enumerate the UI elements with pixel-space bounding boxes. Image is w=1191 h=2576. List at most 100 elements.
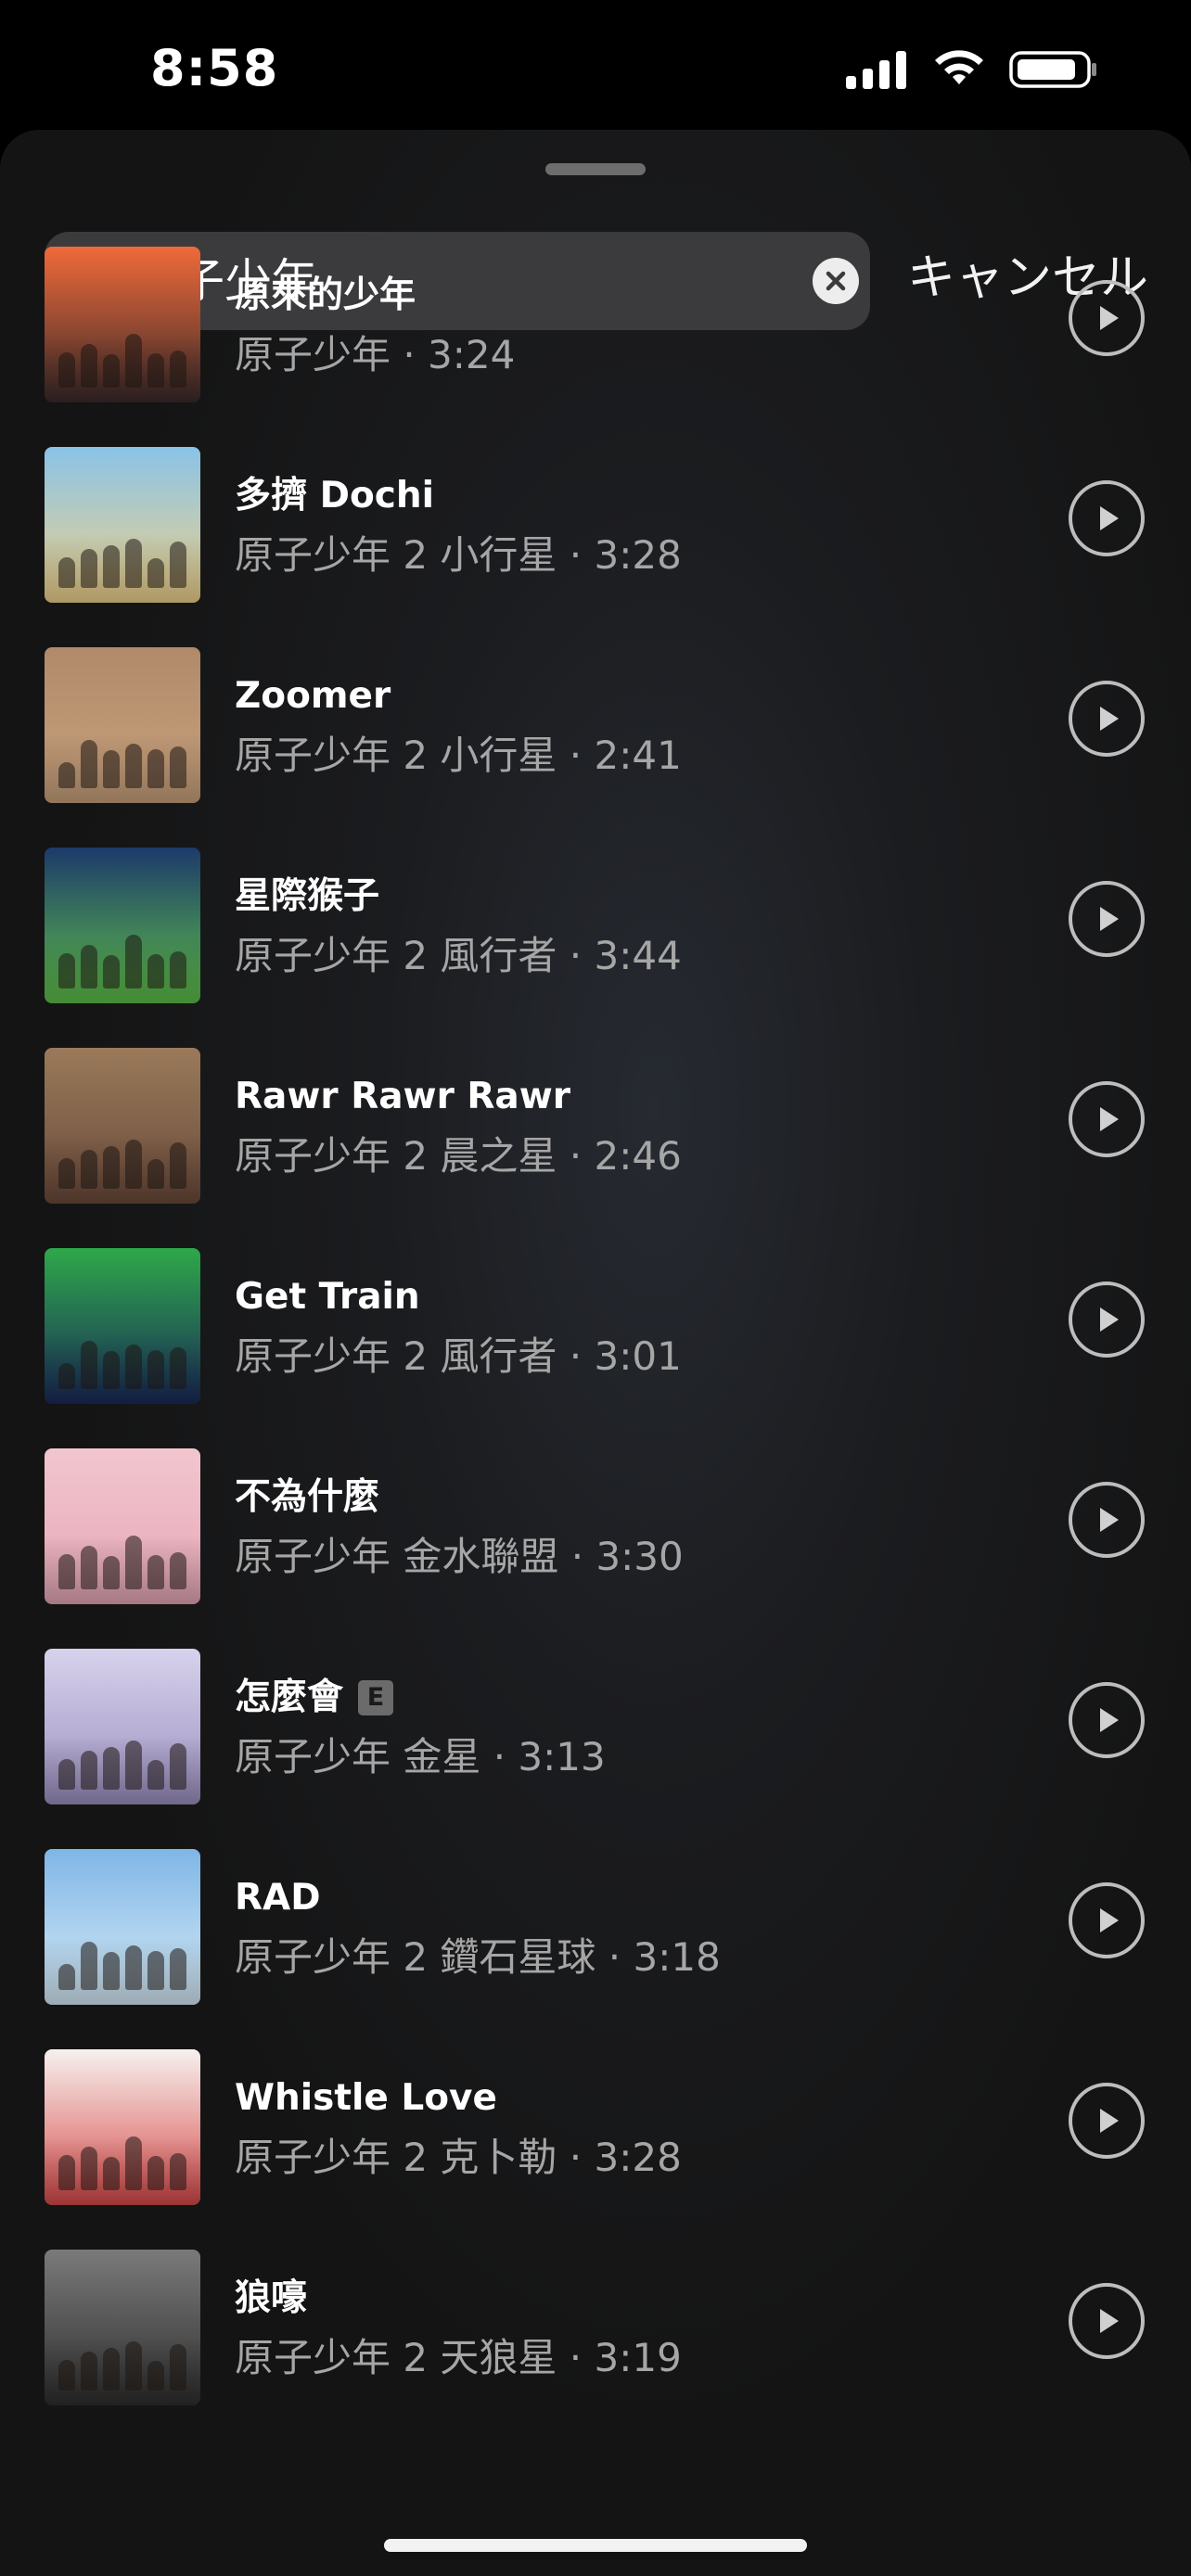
play-preview-button[interactable] [1069, 1282, 1145, 1358]
song-row[interactable]: 原來的少年 原子少年 · 3:24 [0, 247, 1191, 447]
song-title-text: 原來的少年 [235, 274, 416, 316]
play-preview-button[interactable] [1069, 1882, 1145, 1958]
album-art-figures [56, 1532, 189, 1589]
album-art-figure [81, 2147, 97, 2190]
song-title: Rawr Rawr Rawr [235, 1074, 570, 1120]
song-title: 不為什麼 [235, 1474, 379, 1521]
album-art [45, 1048, 200, 1204]
song-row[interactable]: 怎麼會 E 原子少年 金星 · 3:13 [0, 1649, 1191, 1849]
song-title-text: 不為什麼 [235, 1476, 380, 1518]
album-art-figure [170, 746, 186, 788]
song-row[interactable]: 不為什麼 原子少年 金水聯盟 · 3:30 [0, 1448, 1191, 1649]
status-bar: 8:58 [0, 0, 1191, 130]
song-title-text: Whistle Love [235, 2077, 497, 2119]
album-art-figure [103, 1146, 120, 1189]
play-icon [1100, 2309, 1119, 2333]
play-icon [1100, 1508, 1119, 1532]
song-row[interactable]: Rawr Rawr Rawr 原子少年 2 晨之星 · 2:46 [0, 1048, 1191, 1248]
play-preview-button[interactable] [1069, 1682, 1145, 1758]
status-time: 8:58 [150, 39, 279, 97]
status-icons [846, 46, 1098, 93]
play-preview-button[interactable] [1069, 881, 1145, 957]
song-title-text: Get Train [235, 1276, 420, 1318]
song-row[interactable]: Whistle Love 原子少年 2 克卜勒 · 3:28 [0, 2049, 1191, 2250]
album-art [45, 1649, 200, 1804]
song-title: 原來的少年 [235, 273, 416, 319]
album-art-figure [125, 1536, 142, 1589]
album-art-figure [147, 558, 164, 588]
album-art-figure [125, 1945, 142, 1990]
album-art-figure [170, 542, 186, 588]
song-title: Zoomer [235, 673, 391, 720]
album-art-figure [125, 935, 142, 988]
results-list: 原來的少年 原子少年 · 3:24 多擠 Dochi 原子少年 2 小行星 · 3:2… [0, 247, 1191, 2450]
album-art-figures [56, 931, 189, 988]
play-icon [1100, 2109, 1119, 2133]
album-art-figures [56, 330, 189, 388]
song-title-text: 星際猴子 [235, 875, 380, 917]
album-art [45, 247, 200, 402]
song-title-text: 怎麼會 [235, 1677, 344, 1718]
album-art-figure [58, 1158, 75, 1189]
album-art-figure [125, 1140, 142, 1189]
song-row[interactable]: RAD 原子少年 2 鑽石星球 · 3:18 [0, 1849, 1191, 2049]
song-row[interactable]: 星際猴子 原子少年 2 風行者 · 3:44 [0, 848, 1191, 1048]
album-art-figure [58, 1554, 75, 1589]
album-art-figures [56, 2333, 189, 2391]
play-icon [1100, 907, 1119, 931]
home-indicator[interactable] [384, 2539, 807, 2552]
song-artist-duration: 原子少年 2 克卜勒 · 3:28 [235, 2135, 682, 2180]
album-art-figure [81, 2352, 97, 2391]
play-preview-button[interactable] [1069, 2083, 1145, 2159]
play-icon [1100, 1107, 1119, 1131]
play-preview-button[interactable] [1069, 681, 1145, 757]
play-preview-button[interactable] [1069, 1482, 1145, 1558]
album-art [45, 447, 200, 603]
song-artist-duration: 原子少年 2 小行星 · 3:28 [235, 532, 682, 578]
song-row[interactable]: 多擠 Dochi 原子少年 2 小行星 · 3:28 [0, 447, 1191, 647]
album-art-figure [170, 1552, 186, 1589]
album-art-figure [103, 2157, 120, 2190]
album-art-figure [58, 762, 75, 788]
song-title: 狼嚎 [235, 2276, 307, 2322]
play-icon [1100, 707, 1119, 731]
album-art-figure [147, 2361, 164, 2391]
album-art-figure [147, 353, 164, 388]
play-icon [1100, 1307, 1119, 1332]
album-art-figure [125, 2136, 142, 2190]
album-art-figure [81, 1546, 97, 1589]
play-icon [1100, 506, 1119, 530]
album-art-figure [58, 953, 75, 988]
song-artist-duration: 原子少年 2 天狼星 · 3:19 [235, 2335, 682, 2380]
play-preview-button[interactable] [1069, 1081, 1145, 1157]
album-art-figure [81, 945, 97, 988]
song-title: Get Train [235, 1274, 420, 1320]
album-art-figure [125, 334, 142, 388]
song-row[interactable]: Zoomer 原子少年 2 小行星 · 2:41 [0, 647, 1191, 848]
album-art-figure [125, 539, 142, 588]
play-icon [1100, 306, 1119, 330]
wifi-icon [935, 50, 983, 84]
album-art-figure [58, 1759, 75, 1790]
song-artist-duration: 原子少年 2 小行星 · 2:41 [235, 733, 682, 778]
album-art-figure [58, 2360, 75, 2391]
play-preview-button[interactable] [1069, 280, 1145, 356]
play-preview-button[interactable] [1069, 480, 1145, 556]
album-art-figure [103, 1351, 120, 1389]
album-art-figure [103, 955, 120, 988]
song-row[interactable]: 狼嚎原子少年 2 天狼星 · 3:19 [0, 2250, 1191, 2450]
song-row[interactable]: Get Train 原子少年 2 風行者 · 3:01 [0, 1248, 1191, 1448]
song-title: 怎麼會 E [235, 1675, 394, 1721]
album-art-figure [147, 1350, 164, 1389]
album-art-figure [81, 1942, 97, 1990]
album-art-figure [103, 354, 120, 388]
album-art [45, 1448, 200, 1604]
album-art-figure [147, 954, 164, 988]
sheet-grabber[interactable] [545, 163, 646, 175]
song-artist-duration: 原子少年 2 風行者 · 3:01 [235, 1333, 682, 1379]
album-art-figure [170, 1347, 186, 1389]
play-preview-button[interactable] [1069, 2283, 1145, 2359]
album-art [45, 2049, 200, 2205]
song-title-text: 多擠 Dochi [235, 475, 434, 516]
album-art-figure [170, 2153, 186, 2190]
